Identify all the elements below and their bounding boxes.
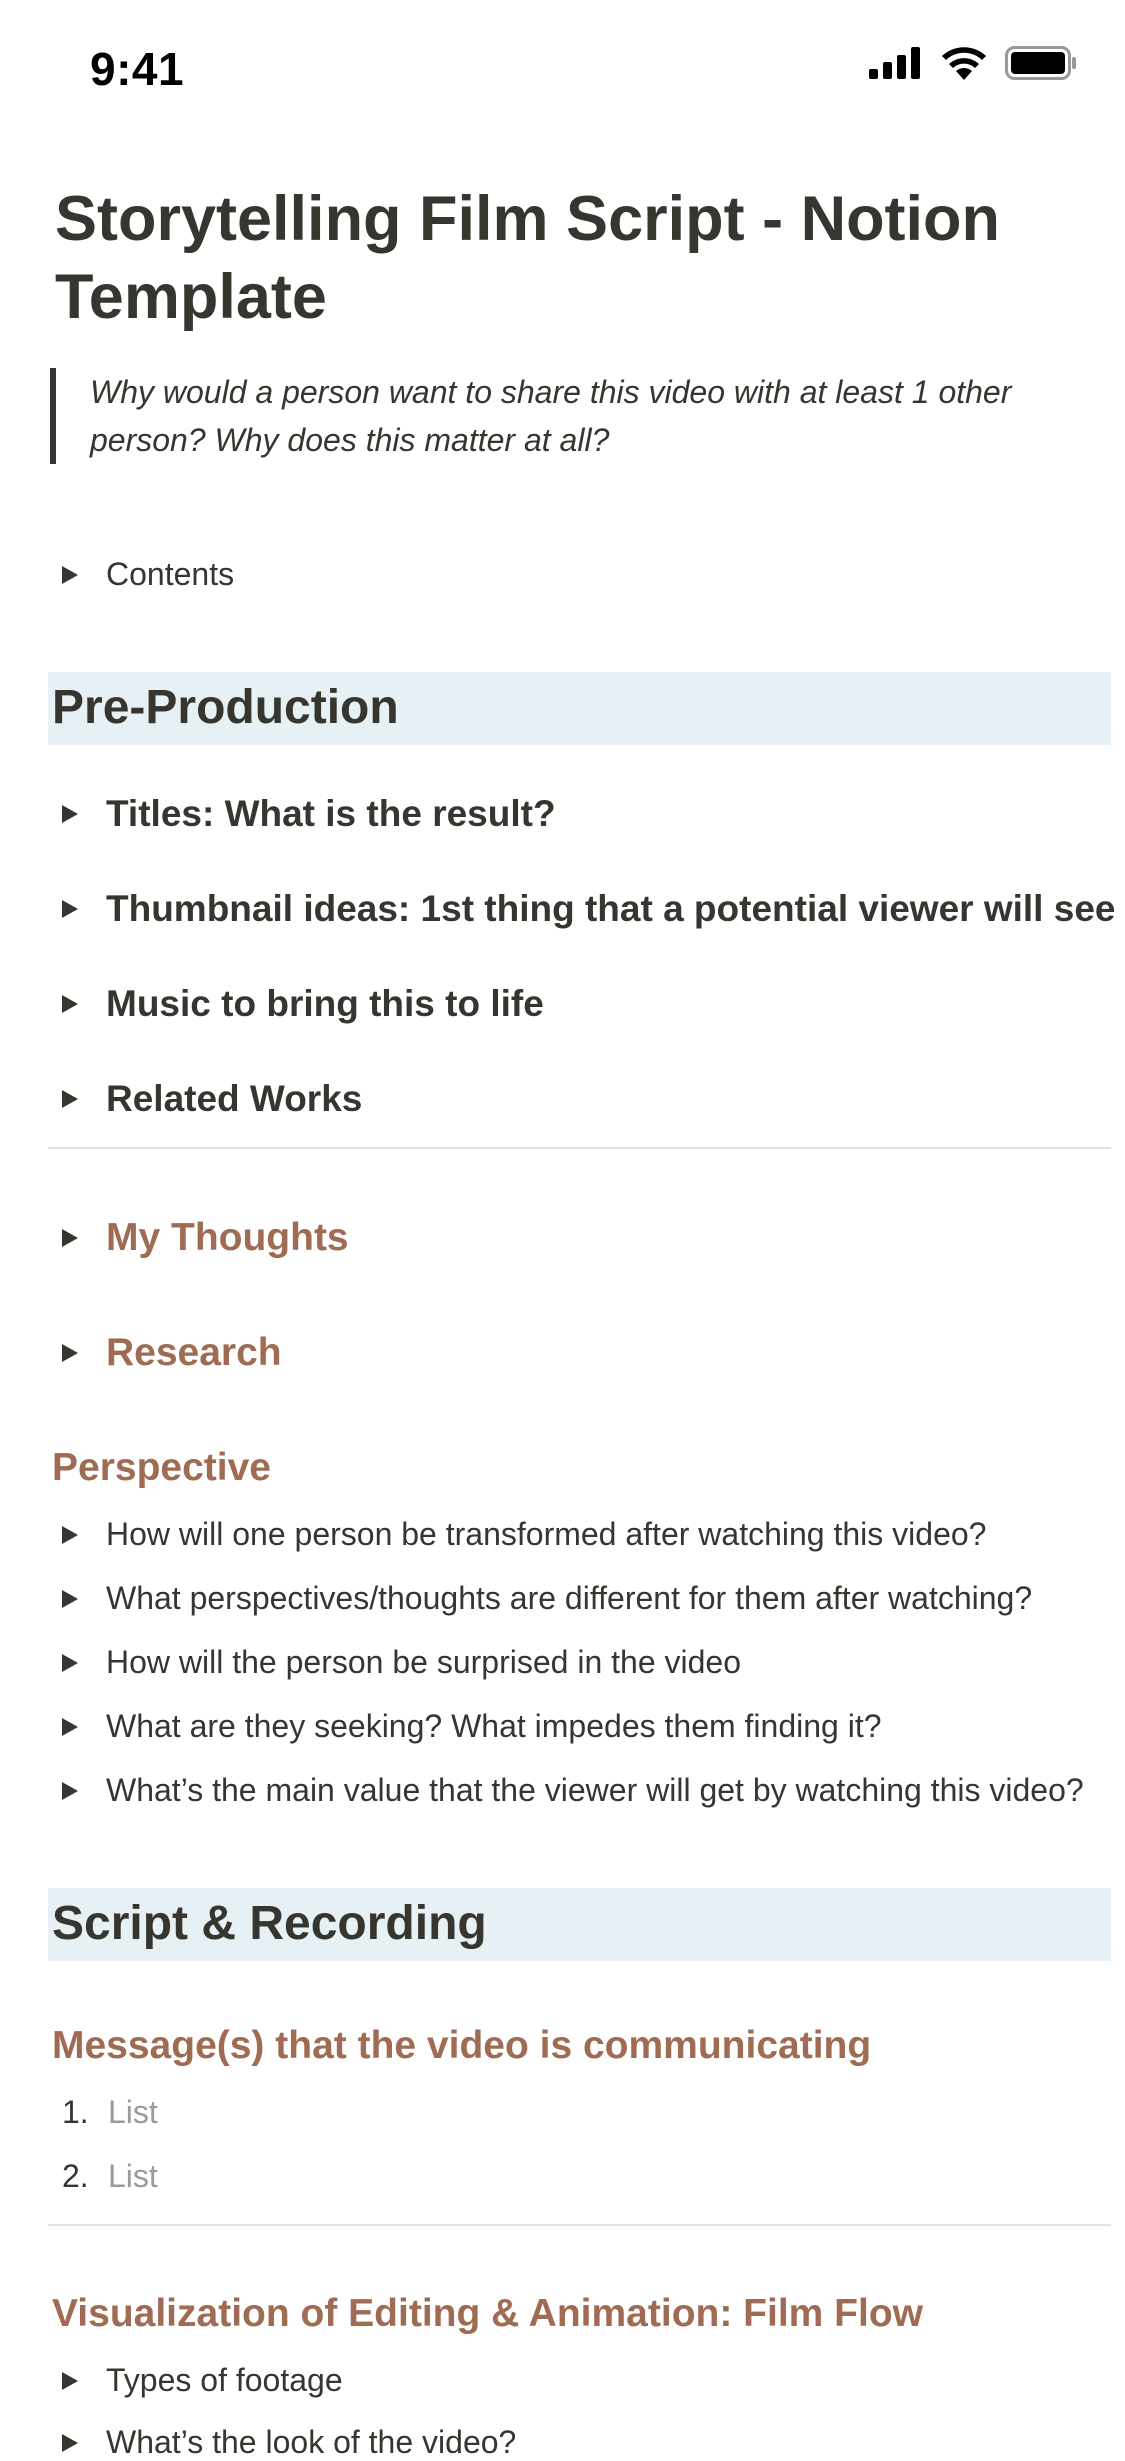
toggle-label: What are they seeking? What impedes them…	[106, 1708, 882, 1744]
toggle-label: Thumbnail ideas: 1st thing that a potent…	[106, 888, 1116, 929]
divider	[48, 2224, 1111, 2226]
toggle-label: What’s the main value that the viewer wi…	[106, 1772, 1084, 1808]
toggle-label: Types of footage	[106, 2362, 343, 2398]
toggle-label: My Thoughts	[106, 1216, 349, 1259]
list-text: List	[108, 2094, 158, 2130]
perspective-toggle[interactable]: What perspectives/thoughts are different…	[62, 1580, 1032, 1617]
triangle-right-icon	[62, 900, 78, 918]
wifi-icon	[942, 47, 986, 80]
toggle-label: Titles: What is the result?	[106, 793, 556, 834]
page-title: Storytelling Film Script - Notion Templa…	[55, 184, 1000, 332]
toggle-label: How will one person be transformed after…	[106, 1516, 987, 1552]
toggle-related-works[interactable]: Related Works	[62, 1078, 362, 1120]
toggle-label: How will the person be surprised in the …	[106, 1644, 741, 1680]
toggle-my-thoughts[interactable]: My Thoughts	[62, 1216, 349, 1260]
script-recording-heading-text: Script & Recording	[52, 1897, 487, 1950]
toggle-thumbnail-ideas[interactable]: Thumbnail ideas: 1st thing that a potent…	[62, 888, 1115, 930]
list-item[interactable]: 2. List	[62, 2158, 158, 2195]
triangle-right-icon	[62, 1090, 78, 1108]
triangle-right-icon	[62, 2433, 78, 2452]
perspective-toggle[interactable]: What’s the main value that the viewer wi…	[62, 1772, 1084, 1809]
toggle-types-of-footage[interactable]: Types of footage	[62, 2362, 343, 2399]
battery-icon	[1005, 46, 1076, 80]
status-time: 9:41	[90, 43, 185, 95]
perspective-toggle[interactable]: What are they seeking? What impedes them…	[62, 1708, 882, 1745]
script-recording-heading: Script & Recording	[48, 1888, 1111, 1961]
toggle-label: Related Works	[106, 1078, 363, 1119]
triangle-right-icon	[62, 805, 78, 823]
toggle-music[interactable]: Music to bring this to life	[62, 983, 544, 1025]
contents-label: Contents	[106, 556, 235, 592]
triangle-right-icon	[62, 1344, 78, 1362]
page-quote: Why would a person want to share this vi…	[50, 368, 1100, 464]
triangle-right-icon	[62, 1229, 78, 1247]
list-number: 2.	[62, 2158, 89, 2194]
list-item[interactable]: 1. List	[62, 2094, 158, 2131]
triangle-right-icon	[62, 995, 78, 1013]
signal-icon	[869, 47, 920, 79]
perspective-toggle[interactable]: How will one person be transformed after…	[62, 1516, 986, 1553]
toggle-label: What’s the look of the video?	[106, 2424, 517, 2460]
toggle-titles[interactable]: Titles: What is the result?	[62, 793, 556, 835]
toggle-look-of-video[interactable]: What’s the look of the video?	[62, 2424, 516, 2461]
toggle-label: What perspectives/thoughts are different…	[106, 1580, 1033, 1616]
perspective-heading: Perspective	[52, 1446, 271, 1489]
pre-production-heading: Pre-Production	[48, 672, 1111, 745]
status-icons	[869, 46, 1077, 80]
triangle-right-icon	[62, 1525, 78, 1544]
triangle-right-icon	[62, 1653, 78, 1672]
contents-toggle[interactable]: Contents	[62, 556, 234, 593]
divider	[48, 1147, 1111, 1149]
perspective-toggle[interactable]: How will the person be surprised in the …	[62, 1644, 741, 1681]
list-number: 1.	[62, 2094, 89, 2130]
list-text: List	[108, 2158, 158, 2194]
triangle-right-icon	[62, 1781, 78, 1800]
visualization-heading: Visualization of Editing & Animation: Fi…	[52, 2292, 923, 2335]
triangle-right-icon	[62, 565, 78, 584]
pre-production-heading-text: Pre-Production	[52, 681, 399, 734]
toggle-label: Music to bring this to life	[106, 983, 544, 1024]
triangle-right-icon	[62, 1717, 78, 1736]
toggle-label: Research	[106, 1331, 282, 1374]
triangle-right-icon	[62, 1589, 78, 1608]
toggle-research[interactable]: Research	[62, 1331, 282, 1375]
messages-heading: Message(s) that the video is communicati…	[52, 2024, 872, 2067]
triangle-right-icon	[62, 2371, 78, 2390]
